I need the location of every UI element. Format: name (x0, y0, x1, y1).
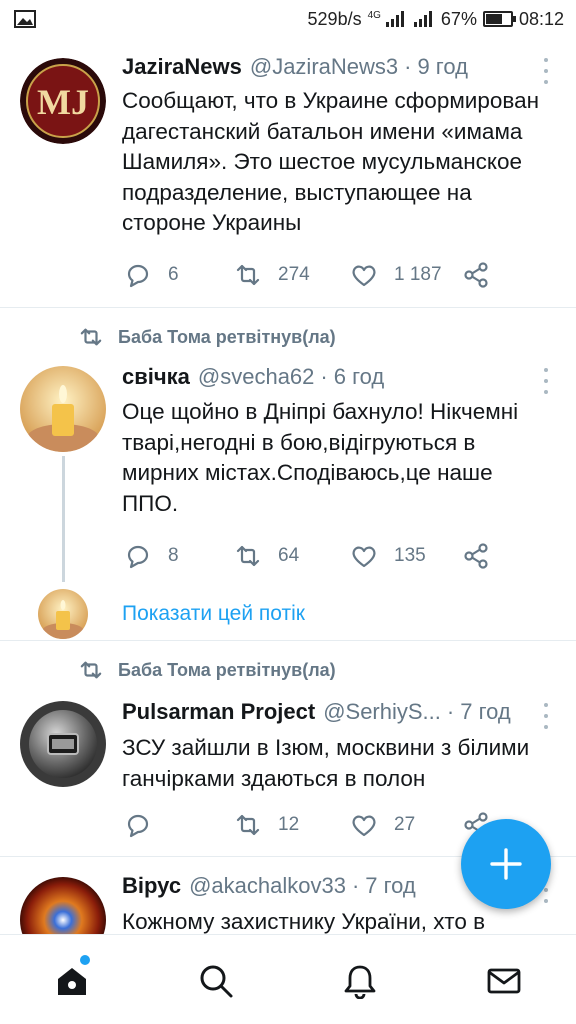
reply-count: 6 (168, 264, 179, 285)
author-handle[interactable]: @JaziraNews3 (250, 54, 398, 80)
avatar-logo-text: MJ (37, 82, 89, 122)
tweet-time[interactable]: 7 год (460, 699, 510, 725)
like-button[interactable]: 1 187 (350, 261, 442, 289)
network-type: 4G (367, 9, 381, 21)
author-handle[interactable]: @svecha62 (198, 364, 315, 390)
tweet-text: Оце щойно в Дніпрі бахнуло! Нікчемні тва… (122, 399, 519, 516)
retweet-count: 64 (278, 545, 300, 566)
retweet-icon (236, 264, 260, 286)
show-thread-link[interactable]: Показати цей потік (122, 602, 305, 626)
retweet-button[interactable]: 64 (234, 542, 299, 570)
retweet-button[interactable]: 12 (234, 811, 299, 839)
share-icon (464, 543, 488, 569)
author-name[interactable]: Pulsarman Project (122, 699, 315, 725)
plus-icon (490, 848, 522, 880)
separator-dot: · (404, 54, 412, 79)
tweet-actions: 6 274 1 187 (124, 261, 494, 291)
like-button[interactable]: 27 (350, 811, 415, 839)
retweeted-by-label[interactable]: Баба Тома ретвітнув(ла) (118, 660, 336, 681)
bell-icon (344, 965, 376, 999)
tweet-actions: 12 27 (124, 811, 494, 841)
reply-button[interactable]: 6 (124, 261, 179, 289)
share-button[interactable] (462, 261, 490, 289)
like-count: 1 187 (394, 264, 442, 285)
retweet-button[interactable]: 274 (234, 261, 310, 289)
signal-icon (385, 11, 404, 27)
search-icon (200, 965, 233, 998)
home-icon (58, 968, 86, 995)
thread-connector (62, 456, 65, 582)
like-count: 27 (394, 814, 416, 835)
image-icon (14, 10, 36, 28)
reply-count: 8 (168, 545, 179, 566)
retweet-count: 12 (278, 814, 300, 835)
tweet[interactable]: Баба Тома ретвітнув(ла) свічка @svecha62… (0, 308, 576, 641)
tweet-actions-row: 8 64 135 (124, 542, 494, 572)
tweet-time[interactable]: 6 год (334, 364, 384, 390)
thread-avatar[interactable] (38, 589, 88, 639)
nav-search[interactable] (196, 961, 236, 1001)
speech-bubble-icon (127, 264, 149, 288)
retweet-icon (80, 661, 102, 679)
mail-icon (487, 968, 521, 994)
avatar[interactable]: MJ (20, 58, 106, 144)
speech-bubble-icon (127, 545, 149, 569)
separator-dot: · (320, 364, 328, 389)
bottom-navigation (0, 934, 576, 1024)
retweeted-by: Баба Тома ретвітнув(ла) (78, 326, 336, 348)
tweet[interactable]: MJ JaziraNews @JaziraNews3 · 9 год Сообщ… (0, 38, 576, 308)
tweet-header: Pulsarman Project @SerhiyS... · 7 год (122, 699, 528, 725)
heart-icon (352, 815, 376, 837)
speech-bubble-icon (127, 814, 149, 838)
like-count: 135 (394, 545, 426, 566)
retweet-icon (80, 328, 102, 346)
tweet-header: свічка @svecha62 · 6 год (122, 364, 528, 390)
heart-icon (352, 265, 376, 287)
separator-dot: · (351, 873, 360, 898)
nav-home[interactable] (52, 961, 92, 1001)
more-options-icon[interactable] (538, 368, 554, 394)
net-speed: 529b/s (307, 8, 362, 29)
tweet-time[interactable]: 7 год (365, 873, 415, 899)
retweeted-by: Баба Тома ретвітнув(ла) (78, 659, 336, 681)
compose-tweet-button[interactable] (461, 819, 551, 909)
status-bar: 529b/s 4G 67% 08:12 (0, 0, 576, 38)
retweet-count: 274 (278, 264, 310, 285)
reply-button[interactable]: 8 (124, 542, 179, 570)
author-name[interactable]: Вірус (122, 873, 181, 899)
author-handle[interactable]: @SerhiyS... (323, 699, 441, 725)
avatar[interactable] (20, 701, 106, 787)
tweet-text: Кожному захистнику України, хто в (122, 909, 486, 934)
nav-messages[interactable] (484, 961, 524, 1001)
share-icon (464, 262, 488, 288)
tweet-header: JaziraNews @JaziraNews3 · 9 год (122, 54, 528, 80)
nav-notifications[interactable] (340, 961, 380, 1001)
author-name[interactable]: свічка (122, 364, 190, 390)
battery-icon (482, 11, 516, 27)
heart-icon (352, 546, 376, 568)
battery-percent: 67% (440, 8, 477, 29)
separator-dot: · (446, 699, 455, 724)
more-options-icon[interactable] (538, 703, 554, 729)
retweeted-by-label[interactable]: Баба Тома ретвітнув(ла) (118, 327, 336, 348)
reply-button[interactable] (124, 811, 168, 839)
retweet-icon (236, 545, 260, 567)
share-button[interactable] (462, 542, 490, 570)
tweet-text: ЗСУ зайшли в Ізюм, москвини з білими ган… (122, 735, 530, 791)
clock: 08:12 (518, 8, 564, 29)
tweet-time[interactable]: 9 год (417, 54, 467, 80)
author-name[interactable]: JaziraNews (122, 54, 242, 80)
retweet-icon (236, 814, 260, 836)
avatar[interactable] (20, 366, 106, 452)
author-handle[interactable]: @akachalkov33 (189, 873, 346, 899)
tweet-text: Сообщают, что в Украине сформирован даге… (122, 88, 540, 235)
like-button[interactable]: 135 (350, 542, 426, 570)
home-notification-dot (80, 955, 90, 965)
more-options-icon[interactable] (538, 58, 554, 84)
signal-icon-2 (413, 11, 432, 27)
